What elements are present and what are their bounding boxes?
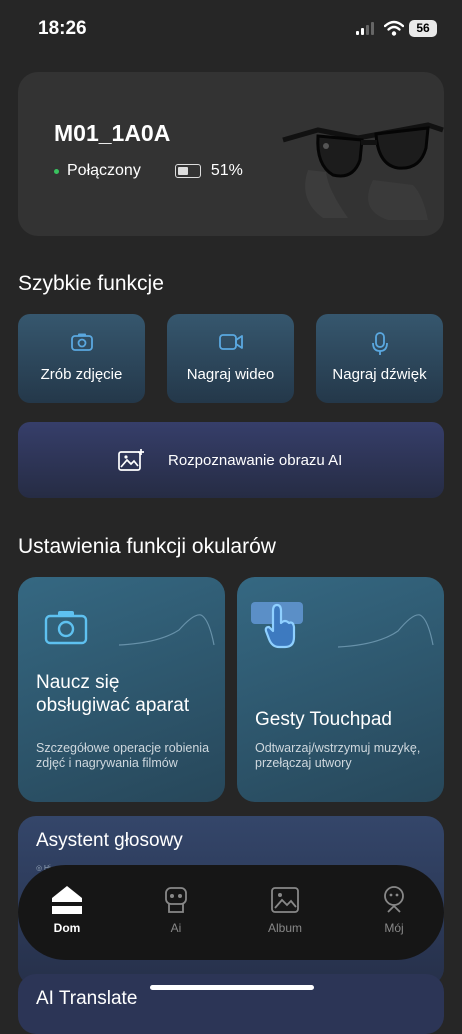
- robot-icon: [165, 887, 187, 913]
- camera-tutorial-description: Szczegółowe operacje robienia zdjęć i na…: [36, 741, 210, 770]
- record-video-button[interactable]: Nagraj wideo: [167, 314, 294, 403]
- ai-image-recognition-button[interactable]: Rozpoznawanie obrazu AI: [18, 422, 444, 498]
- camera-tutorial-title-line2: obsługiwać aparat: [36, 695, 190, 716]
- home-indicator: [150, 985, 314, 990]
- battery-indicator: 56: [409, 20, 437, 37]
- connected-dot-icon: [54, 168, 59, 174]
- ai-translate-title: AI Translate: [36, 988, 138, 1009]
- tab-ai-label: Ai: [170, 921, 182, 935]
- camera-icon: [70, 333, 93, 351]
- ai-translate-card[interactable]: AI Translate: [18, 974, 444, 1034]
- quick-functions-heading: Szybkie funkcje: [18, 272, 164, 295]
- record-video-label: Nagraj wideo: [186, 366, 275, 383]
- camera-icon: [44, 611, 88, 645]
- bottom-tab-bar: Dom Ai Album Mój: [18, 865, 444, 960]
- device-status: Połączony 51%: [54, 162, 243, 180]
- tab-ai[interactable]: Ai: [141, 885, 211, 935]
- camera-tutorial-card[interactable]: Naucz się obsługiwać aparat Szczegółowe …: [18, 577, 225, 802]
- device-card[interactable]: M01_1A0A Połączony 51%: [18, 72, 444, 236]
- device-battery-percent: 51%: [210, 162, 243, 179]
- status-time: 18:26: [38, 18, 87, 39]
- record-audio-label: Nagraj dźwięk: [332, 366, 427, 383]
- camera-tutorial-title-line1: Naucz się: [36, 672, 120, 693]
- connection-status: Połączony: [67, 162, 141, 179]
- take-photo-label: Zrób zdjęcie: [40, 366, 123, 383]
- home-icon: [52, 886, 82, 914]
- touchpad-gestures-description: Odtwarzaj/wstrzymuj muzykę, przełączaj u…: [255, 741, 421, 770]
- tab-home[interactable]: Dom: [32, 885, 102, 935]
- device-battery-fill: [177, 167, 189, 175]
- album-icon: [271, 887, 299, 913]
- ai-image-recognition-label: Rozpoznawanie obrazu AI: [168, 452, 343, 469]
- device-battery-icon: [174, 164, 201, 178]
- tab-home-label: Dom: [53, 921, 81, 935]
- tab-album[interactable]: Album: [250, 885, 320, 935]
- decorative-wave-icon: [338, 614, 434, 648]
- smart-glasses-image: [282, 122, 444, 220]
- glasses-settings-heading: Ustawienia funkcji okularów: [18, 535, 276, 558]
- video-icon: [218, 334, 243, 350]
- record-audio-button[interactable]: Nagraj dźwięk: [316, 314, 443, 403]
- finger-tap-icon: [264, 603, 296, 649]
- cellular-signal-icon: [356, 22, 374, 35]
- microphone-icon: [371, 332, 388, 355]
- device-name: M01_1A0A: [54, 120, 171, 146]
- take-photo-button[interactable]: Zrób zdjęcie: [18, 314, 145, 403]
- voice-assistant-title: Asystent głosowy: [36, 830, 183, 851]
- image-sparkle-icon: [118, 449, 144, 471]
- touchpad-gestures-card[interactable]: Gesty Touchpad Odtwarzaj/wstrzymuj muzyk…: [237, 577, 444, 802]
- tab-album-label: Album: [267, 921, 302, 935]
- wifi-icon: [384, 20, 404, 36]
- profile-icon: [384, 886, 404, 913]
- tab-profile[interactable]: Mój: [359, 885, 429, 935]
- decorative-wave-icon: [119, 614, 215, 646]
- touchpad-gestures-title: Gesty Touchpad: [255, 709, 392, 730]
- tab-profile-label: Mój: [384, 921, 404, 935]
- status-bar: 18:26 56: [0, 0, 462, 60]
